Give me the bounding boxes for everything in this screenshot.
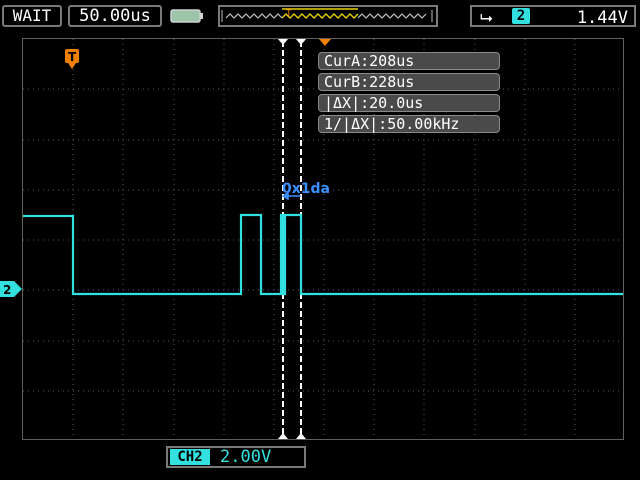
cursor-frequency: 1/|ΔX|:50.00kHz [318,115,500,133]
trigger-level: 1.44V [576,8,628,28]
trigger-slope-icon: ⮡ [480,8,493,27]
cursor-readout-panel: CurA:208us CurB:228us |ΔX|:20.0us 1/|ΔX|… [318,52,500,136]
battery-icon [170,9,203,23]
trigger-info[interactable]: ⮡ 2 1.44V [470,5,636,28]
channel-2-scale[interactable]: CH2 2.00V [166,446,306,468]
channel-2-volts-per-div: 2.00V [220,447,272,467]
svg-text:T: T [68,50,77,64]
status-bar: WAIT 50.00us T ⮡ 2 1.44V [0,0,640,32]
memory-overview[interactable]: T [218,5,438,27]
cursor-a-top-handle[interactable] [278,39,288,45]
memory-waveform-icon: T [221,8,433,22]
svg-text:2: 2 [3,283,11,297]
trigger-position-icon: T [65,49,79,69]
svg-text:T: T [285,9,292,19]
cursor-b-bottom-handle[interactable] [296,433,306,439]
timebase-readout[interactable]: 50.00us [68,5,162,27]
trigger-source: 2 [512,8,530,24]
channel-2-ground-marker[interactable]: 2 [0,281,22,297]
channel-2-tag: CH2 [170,449,210,465]
cursor-b-value: CurB:228us [318,73,500,91]
decode-value: 0x1da [282,181,330,197]
cursor-b-top-handle[interactable] [296,39,306,45]
cursor-a-bottom-handle[interactable] [278,433,288,439]
cursor-a-value: CurA:208us [318,52,500,70]
trigger-time-marker [319,39,331,46]
run-state-indicator[interactable]: WAIT [2,5,62,27]
cursor-delta-x: |ΔX|:20.0us [318,94,500,112]
channel-2-trace [23,213,623,296]
